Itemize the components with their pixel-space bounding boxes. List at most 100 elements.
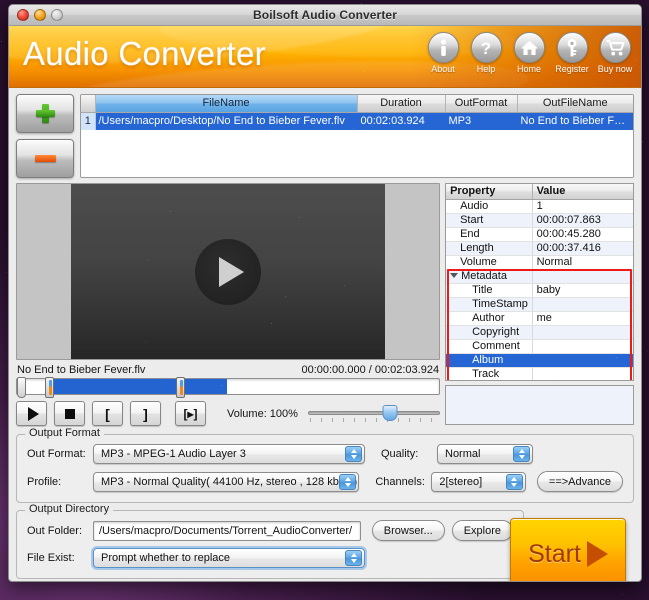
file-exist-select[interactable]: Prompt whether to replace — [93, 548, 365, 568]
property-key-text: Metadata — [461, 270, 507, 282]
timeline-slider[interactable] — [16, 378, 440, 395]
property-key: Copyright — [446, 325, 532, 339]
file-table-header-row: FileName Duration OutFormat OutFileName — [81, 95, 633, 112]
file-list-empty-area[interactable] — [81, 130, 633, 177]
property-row[interactable]: Length 00:00:37.416 — [446, 241, 633, 255]
property-value: me — [532, 311, 633, 325]
register-button[interactable]: Register — [552, 32, 592, 74]
property-value: 1 — [532, 199, 633, 213]
key-icon — [557, 32, 588, 63]
property-value — [532, 339, 633, 353]
column-header-index[interactable] — [81, 95, 95, 112]
out-format-select[interactable]: MP3 - MPEG-1 Audio Layer 3 — [93, 444, 365, 464]
add-file-button[interactable] — [16, 94, 74, 133]
preview-and-properties: No End to Bieber Fever.flv 00:00:00.000 … — [16, 183, 634, 427]
volume-track — [308, 411, 440, 415]
profile-select[interactable]: MP3 - Normal Quality( 44100 Hz, stereo ,… — [93, 472, 359, 492]
row-duration: 00:02:03.924 — [357, 112, 445, 130]
property-row[interactable]: Volume Normal — [446, 255, 633, 269]
timeline-mark-in[interactable] — [45, 377, 54, 398]
property-row[interactable]: Copyright — [446, 325, 633, 339]
property-row[interactable]: Track — [446, 367, 633, 381]
row-outfilename: No End to Bieber Fever — [517, 112, 633, 130]
stop-button[interactable] — [54, 401, 85, 426]
output-format-box: Out Format: MP3 - MPEG-1 Audio Layer 3 Q… — [16, 434, 634, 503]
column-header-property[interactable]: Property — [446, 184, 532, 199]
property-value — [532, 269, 633, 283]
property-value — [532, 325, 633, 339]
timeline-playhead[interactable] — [17, 377, 26, 398]
banner-toolbar: About ? Help Home Register Buy now — [423, 32, 635, 74]
chevron-updown-icon — [513, 446, 530, 462]
property-footer-panel — [445, 385, 634, 425]
channels-select[interactable]: 2[stereo] — [431, 472, 526, 492]
timeline-mark-out[interactable] — [176, 377, 185, 398]
column-header-outformat[interactable]: OutFormat — [445, 95, 517, 112]
property-table-grid: Property Value Audio 1 Start 00:00:07.863 En… — [446, 184, 633, 381]
property-key: Album — [446, 353, 532, 367]
property-table[interactable]: Property Value Audio 1 Start 00:00:07.863 En… — [445, 183, 634, 381]
advance-button[interactable]: ==>Advance — [537, 471, 623, 492]
explore-button[interactable]: Explore — [452, 520, 513, 541]
output-directory-legend: Output Directory — [25, 503, 113, 515]
property-row[interactable]: Audio 1 — [446, 199, 633, 213]
property-row[interactable]: Album — [446, 353, 633, 367]
property-value — [532, 367, 633, 381]
buy-now-button[interactable]: Buy now — [595, 32, 635, 74]
preview-pane: No End to Bieber Fever.flv 00:00:00.000 … — [16, 183, 440, 427]
mark-out-button[interactable]: ] — [130, 401, 161, 426]
file-list-section: FileName Duration OutFormat OutFileName … — [16, 94, 634, 178]
property-row[interactable]: Comment — [446, 339, 633, 353]
play-triangle-icon — [587, 541, 608, 567]
out-format-label: Out Format: — [27, 448, 93, 460]
volume-label: Volume: 100% — [227, 408, 298, 420]
window-titlebar: Boilsoft Audio Converter — [9, 5, 641, 26]
about-icon — [428, 32, 459, 63]
about-button[interactable]: About — [423, 32, 463, 74]
about-label: About — [431, 64, 455, 74]
buy-now-label: Buy now — [598, 64, 633, 74]
property-row[interactable]: End 00:00:45.280 — [446, 227, 633, 241]
chevron-updown-icon — [345, 446, 362, 462]
property-key: End — [446, 227, 532, 241]
time-readout: 00:00:00.000 / 00:02:03.924 — [301, 364, 439, 376]
mark-in-button[interactable]: [ — [92, 401, 123, 426]
property-row[interactable]: Title baby — [446, 283, 633, 297]
video-preview[interactable] — [16, 183, 440, 360]
column-header-value[interactable]: Value — [532, 184, 633, 199]
quality-select[interactable]: Normal — [437, 444, 533, 464]
help-button[interactable]: ? Help — [466, 32, 506, 74]
play-overlay-button[interactable] — [195, 239, 261, 305]
property-key: Title — [446, 283, 532, 297]
column-header-outfilename[interactable]: OutFileName — [517, 95, 633, 112]
home-button[interactable]: Home — [509, 32, 549, 74]
preview-clip-button[interactable]: [▸] — [175, 401, 206, 426]
property-row[interactable]: Metadata — [446, 269, 633, 283]
profile-label: Profile: — [27, 476, 93, 488]
play-button[interactable] — [16, 401, 47, 426]
volume-thumb[interactable] — [382, 405, 397, 421]
property-key: Volume — [446, 255, 532, 269]
out-format-row: Out Format: MP3 - MPEG-1 Audio Layer 3 Q… — [27, 444, 623, 464]
play-icon — [219, 257, 244, 287]
property-row[interactable]: Start 00:00:07.863 — [446, 213, 633, 227]
volume-slider[interactable] — [308, 405, 440, 423]
row-filename: /Users/macpro/Desktop/No End to Bieber F… — [95, 112, 357, 130]
file-list-table[interactable]: FileName Duration OutFormat OutFileName … — [80, 94, 634, 178]
output-format-legend: Output Format — [25, 427, 104, 439]
stop-icon — [65, 409, 75, 419]
start-button[interactable]: Start — [510, 518, 626, 582]
video-screen[interactable] — [71, 184, 385, 359]
out-folder-input[interactable]: /Users/macpro/Documents/Torrent_AudioCon… — [93, 521, 361, 541]
remove-file-button[interactable] — [16, 139, 74, 178]
table-row[interactable]: 1 /Users/macpro/Desktop/No End to Bieber… — [81, 112, 633, 130]
channels-label: Channels: — [375, 476, 431, 488]
disclosure-triangle-icon[interactable] — [450, 273, 458, 278]
column-header-duration[interactable]: Duration — [357, 95, 445, 112]
property-row[interactable]: Author me — [446, 311, 633, 325]
property-row[interactable]: TimeStamp — [446, 297, 633, 311]
out-format-value: MP3 - MPEG-1 Audio Layer 3 — [101, 448, 246, 460]
browse-button[interactable]: Browser... — [372, 520, 445, 541]
question-icon: ? — [471, 32, 502, 63]
column-header-filename[interactable]: FileName — [95, 95, 357, 112]
